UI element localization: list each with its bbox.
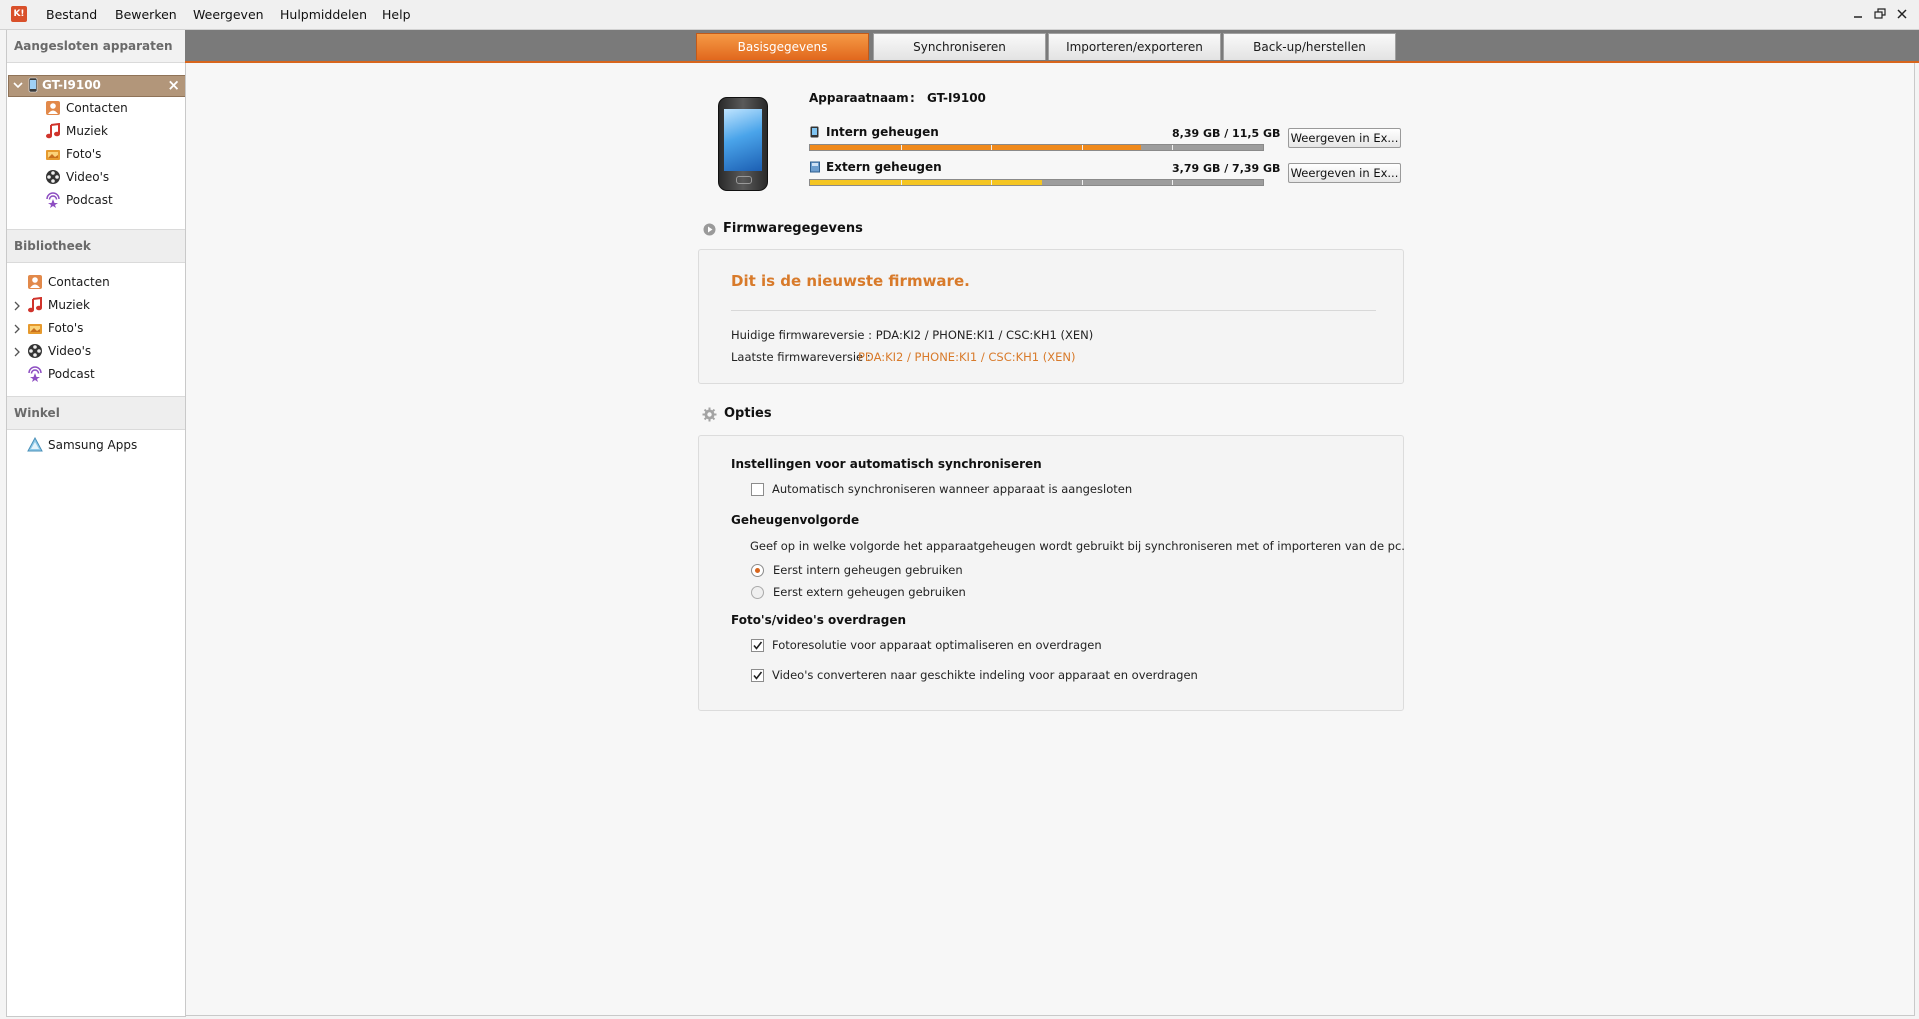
photos-icon: [27, 320, 43, 336]
options-section-title: Opties: [724, 406, 772, 421]
firmware-section-title: Firmwaregegevens: [723, 221, 863, 236]
radio-external-first[interactable]: [751, 586, 764, 599]
memory-bar-segment: [991, 145, 993, 150]
kies-logo-icon: K!: [11, 6, 27, 22]
device-name-label: Apparaatnaam: [809, 91, 909, 105]
contacts-icon: [27, 274, 43, 290]
photos-icon: [45, 146, 61, 162]
radio-internal-first-label[interactable]: Eerst intern geheugen gebruiken: [773, 563, 963, 577]
phone-icon: [27, 77, 39, 96]
gear-icon: [702, 407, 717, 425]
device-item-gt-i9100[interactable]: GT-I9100 ×: [8, 75, 186, 97]
video-icon: [45, 169, 61, 185]
internal-memory-usage: 8,39 GB / 11,5 GB: [1172, 127, 1281, 140]
library-header: Bibliotheek: [7, 229, 185, 263]
external-open-explorer-button[interactable]: Weergeven in Ex...: [1288, 163, 1401, 183]
memory-bar-segment: [1172, 180, 1174, 185]
memory-order-heading: Geheugenvolgorde: [731, 513, 860, 527]
restore-icon[interactable]: [1872, 6, 1888, 22]
autosync-checkbox-label[interactable]: Automatisch synchroniseren wanneer appar…: [772, 482, 1132, 496]
connected-devices-header: Aangesloten apparaten: [7, 30, 185, 63]
memory-bar-segment: [1081, 180, 1083, 185]
menu-bar: K! Bestand Bewerken Weergeven Hulpmiddel…: [0, 0, 1919, 30]
phone-image: [718, 97, 768, 191]
menu-bestand[interactable]: Bestand: [46, 7, 97, 22]
video-convert-label[interactable]: Video's converteren naar geschikte indel…: [772, 668, 1198, 682]
expand-photos-icon[interactable]: [13, 324, 21, 334]
divider: [731, 310, 1376, 311]
memory-bar-segment: [900, 145, 902, 150]
internal-memory-bar: [809, 144, 1264, 151]
external-memory-usage: 3,79 GB / 7,39 GB: [1172, 162, 1281, 175]
photo-resolution-label[interactable]: Fotoresolutie voor apparaat optimalisere…: [772, 638, 1102, 652]
expand-firmware-icon[interactable]: [703, 223, 716, 239]
current-firmware-version: Huidige firmwareversie : PDA:KI2 / PHONE…: [731, 328, 1094, 342]
disconnect-icon[interactable]: ×: [167, 76, 180, 94]
internal-memory-icon: [810, 126, 819, 138]
menu-bewerken[interactable]: Bewerken: [115, 7, 177, 22]
expand-videos-icon[interactable]: [13, 347, 21, 357]
radio-external-first-label[interactable]: Eerst extern geheugen gebruiken: [773, 585, 966, 599]
device-name-separator: :: [910, 91, 915, 105]
autosync-heading: Instellingen voor automatisch synchronis…: [731, 457, 1042, 471]
memory-bar-segment: [991, 180, 993, 185]
chevron-down-icon[interactable]: [13, 79, 23, 94]
tab-bar: Basisgegevens Synchroniseren Importeren/…: [185, 30, 1919, 63]
internal-open-explorer-button[interactable]: Weergeven in Ex...: [1288, 128, 1401, 148]
memory-bar-segment: [1081, 145, 1083, 150]
menu-weergeven[interactable]: Weergeven: [193, 7, 264, 22]
expand-music-icon[interactable]: [13, 301, 21, 311]
photo-resolution-checkbox[interactable]: [751, 639, 764, 652]
tab-back-up-herstellen[interactable]: Back-up/herstellen: [1223, 33, 1396, 60]
radio-internal-first[interactable]: [751, 564, 764, 577]
video-icon: [27, 343, 43, 359]
external-memory-fill: [810, 180, 1043, 185]
device-name: GT-I9100: [42, 78, 101, 92]
latest-firmware-label: Laatste firmwareversie :: [731, 350, 871, 364]
memory-bar-segment: [1172, 145, 1174, 150]
autosync-checkbox[interactable]: [751, 483, 764, 496]
internal-memory-fill: [810, 145, 1141, 150]
close-icon[interactable]: [1894, 6, 1910, 22]
external-memory-label: Extern geheugen: [826, 160, 942, 174]
external-memory-icon: [810, 161, 820, 173]
internal-memory-label: Intern geheugen: [826, 125, 939, 139]
tab-basisgegevens[interactable]: Basisgegevens: [696, 33, 869, 60]
music-icon: [45, 122, 61, 139]
menu-hulpmiddelen[interactable]: Hulpmiddelen: [280, 7, 367, 22]
memory-bar-segment: [900, 180, 902, 185]
video-convert-checkbox[interactable]: [751, 669, 764, 682]
tab-importeren-exporteren[interactable]: Importeren/exporteren: [1048, 33, 1221, 60]
external-memory-bar: [809, 179, 1264, 186]
music-icon: [27, 296, 43, 313]
memory-order-description: Geef op in welke volgorde het apparaatge…: [750, 539, 1405, 553]
store-header: Winkel: [7, 396, 185, 430]
podcast-icon: [45, 192, 61, 208]
menu-help[interactable]: Help: [382, 7, 411, 22]
transfer-heading: Foto's/video's overdragen: [731, 613, 907, 627]
sidebar: Aangesloten apparaten GT-I9100 × Contact…: [6, 30, 186, 1017]
samsung-apps-icon: [27, 436, 43, 453]
latest-firmware-value: PDA:KI2 / PHONE:KI1 / CSC:KH1 (XEN): [858, 350, 1076, 364]
device-name-value: GT-I9100: [927, 91, 986, 105]
contacts-icon: [45, 100, 61, 116]
podcast-icon: [27, 366, 43, 382]
minimize-icon[interactable]: [1850, 6, 1866, 22]
tab-synchroniseren[interactable]: Synchroniseren: [873, 33, 1046, 60]
firmware-status: Dit is de nieuwste firmware.: [731, 272, 970, 290]
